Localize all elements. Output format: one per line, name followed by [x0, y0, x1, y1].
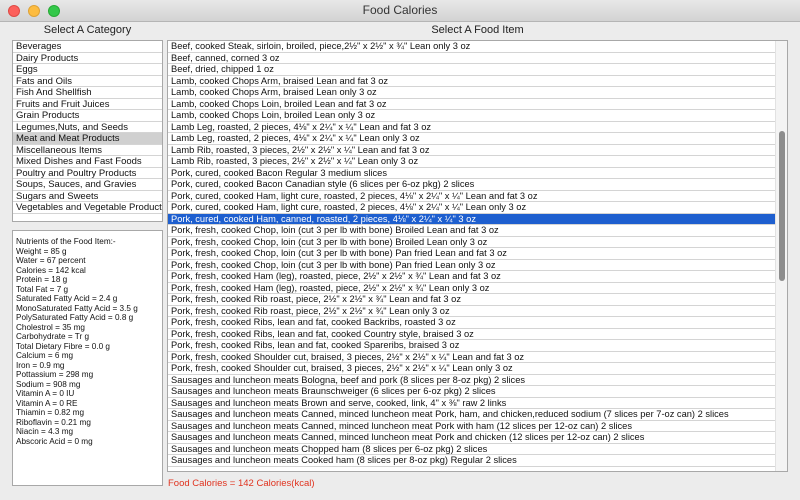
food-item[interactable]: Lamb, cooked Chops Loin, broiled Lean on… [168, 110, 775, 122]
nutrient-line: Niacin = 4.3 mg [16, 427, 74, 436]
calories-status: Food Calories = 142 Calories(kcal) [168, 478, 315, 489]
food-item[interactable]: Pork, cured, cooked Ham, light cure, roa… [168, 202, 775, 214]
nutrient-line: Iron = 0.9 mg [16, 360, 65, 370]
category-item[interactable]: Mixed Dishes and Fast Foods [13, 156, 162, 168]
food-item[interactable]: Pork, fresh, cooked Ham (leg), roasted, … [168, 271, 775, 283]
food-item[interactable]: Lamb Leg, roasted, 2 pieces, 4⅛" x 2¼" x… [168, 122, 775, 133]
category-item[interactable]: Sugars and Sweets [13, 191, 162, 202]
category-header: Select A Category [43, 24, 132, 36]
food-item[interactable]: Pork, fresh, cooked Rib roast, piece, 2½… [168, 306, 775, 317]
nutrient-line: Calories = 142 kcal [16, 265, 86, 275]
category-item[interactable]: Soups, Sauces, and Gravies [13, 179, 162, 191]
food-item[interactable]: Pork, cured, cooked Ham, canned, roasted… [168, 213, 775, 225]
category-item[interactable]: Fats and Oils [13, 76, 162, 87]
food-item[interactable]: Sausages and luncheon meats Canned, minc… [168, 409, 775, 421]
food-item[interactable]: Sausages and luncheon meats Canned, minc… [168, 432, 775, 444]
nutrient-line: Pottassium = 298 mg [16, 370, 94, 379]
food-item[interactable]: Pork, fresh, cooked Chop, loin (cut 3 pe… [168, 260, 775, 271]
category-item[interactable]: Beverages [13, 41, 162, 53]
category-item[interactable]: Dairy Products [13, 53, 162, 64]
food-item[interactable]: Pork, fresh, cooked Shoulder cut, braise… [168, 352, 775, 363]
food-item[interactable]: Beef, dried, chipped 1 oz [168, 64, 775, 76]
food-item[interactable]: Pork, fresh, cooked Chop, loin (cut 3 pe… [168, 225, 775, 237]
food-item[interactable]: Sausages and luncheon meats Brown and se… [168, 398, 775, 409]
food-list-scrollbar[interactable] [775, 41, 787, 471]
food-item[interactable]: Lamb Rib, roasted, 3 pieces, 2½" x 2½" x… [168, 145, 775, 156]
nutrient-line: Thiamin = 0.82 mg [16, 408, 85, 417]
window-title: Food Calories [362, 3, 438, 17]
nutrient-line: Riboflavin = 0.21 mg [16, 417, 91, 427]
food-item[interactable]: Lamb, cooked Chops Arm, braised Lean onl… [168, 87, 775, 99]
nutrient-line: Abscoric Acid = 0 mg [16, 436, 93, 446]
category-item[interactable]: Fish And Shellfish [13, 87, 162, 99]
category-item[interactable]: Grain Products [13, 110, 162, 122]
nutrient-line: Total Dietary Fibre = 0.0 g [16, 341, 110, 351]
nutrient-line: Total Fat = 7 g [16, 284, 69, 294]
nutrient-line: Water = 67 percent [16, 256, 86, 265]
food-item[interactable]: Pork, cured, cooked Bacon Canadian style… [168, 179, 775, 191]
food-header: Select A Food Item [431, 24, 524, 36]
nutrient-line: PolySaturated Fatty Acid = 0.8 g [16, 313, 134, 322]
food-item[interactable]: Pork, fresh, cooked Ham (leg), roasted, … [168, 283, 775, 294]
food-item[interactable]: Lamb, cooked Chops Loin, broiled Lean an… [168, 99, 775, 110]
food-list[interactable]: Beef, cooked Steak, sirloin, broiled, pi… [167, 40, 788, 472]
nutrient-line: MonoSaturated Fatty Acid = 3.5 g [16, 303, 138, 313]
nutrient-line: Carbohydrate = Tr g [16, 332, 90, 341]
nutrient-line: Vitamin A = 0 RE [16, 398, 78, 408]
category-item[interactable]: Meat and Meat Products [13, 133, 162, 145]
scrollbar-thumb[interactable] [779, 131, 785, 281]
nutrient-line: Sodium = 908 mg [16, 379, 81, 389]
food-item[interactable]: Pork, fresh, cooked Rib roast, piece, 2½… [168, 294, 775, 306]
nutrient-line: Calcium = 6 mg [16, 351, 74, 360]
food-item[interactable]: Pork, fresh, cooked Chop, loin (cut 3 pe… [168, 237, 775, 248]
food-item[interactable]: Sausages and luncheon meats Canned, minc… [168, 421, 775, 432]
food-item[interactable]: Pork, fresh, cooked Chop, loin (cut 3 pe… [168, 248, 775, 260]
category-item[interactable]: Fruits and Fruit Juices [13, 99, 162, 110]
category-list[interactable]: Beverages Dairy Products Eggs Fats and Oils… [12, 40, 163, 222]
food-item[interactable]: Lamb Rib, roasted, 3 pieces, 2½" x 2½" x… [168, 156, 775, 168]
food-item[interactable]: Pork, fresh, cooked Ribs, lean and fat, … [168, 340, 775, 352]
food-item[interactable]: Sausages and luncheon meats Braunschweig… [168, 386, 775, 398]
food-item[interactable]: Beef, canned, corned 3 oz [168, 53, 775, 64]
nutrient-line: Cholestrol = 35 mg [16, 322, 85, 332]
food-item[interactable]: Pork, fresh, cooked Ribs, lean and fat, … [168, 329, 775, 340]
food-item[interactable]: Sausages and luncheon meats Chopped ham … [168, 444, 775, 455]
food-item[interactable]: Beef, cooked Steak, sirloin, broiled, pi… [168, 41, 775, 53]
nutrient-line: Weight = 85 g [16, 246, 67, 256]
category-item[interactable]: Poultry and Poultry Products [13, 168, 162, 179]
food-item[interactable]: Sausages and luncheon meats Cooked ham (… [168, 455, 775, 467]
category-item[interactable]: Eggs [13, 64, 162, 76]
category-item[interactable]: Legumes,Nuts, and Seeds [13, 122, 162, 133]
food-item[interactable]: Pork, fresh, cooked Ribs, lean and fat, … [168, 317, 775, 329]
food-item[interactable]: Lamb, cooked Chops Arm, braised Lean and… [168, 76, 775, 87]
food-items: Beef, cooked Steak, sirloin, broiled, pi… [168, 41, 787, 467]
food-item[interactable]: Lamb Leg, roasted, 2 pieces, 4⅛" x 2¼" x… [168, 133, 775, 145]
nutrient-line: Protein = 18 g [16, 275, 68, 284]
nutrients-title: Nutrients of the Food Item:- [16, 237, 116, 246]
nutrients-panel: Nutrients of the Food Item:- Weight = 85 … [12, 230, 163, 486]
category-item[interactable]: Miscellaneous Items [13, 145, 162, 156]
nutrient-line: Saturated Fatty Acid = 2.4 g [16, 294, 118, 303]
title-bar: Food Calories [0, 0, 800, 22]
food-item[interactable]: Pork, cured, cooked Bacon Regular 3 medi… [168, 168, 775, 179]
food-item[interactable]: Sausages and luncheon meats Bologna, bee… [168, 375, 775, 386]
nutrient-line: Vitamin A = 0 IU [16, 389, 75, 398]
food-item[interactable]: Pork, fresh, cooked Shoulder cut, braise… [168, 363, 775, 375]
category-item[interactable]: Vegetables and Vegetable Products [13, 202, 162, 214]
food-item[interactable]: Pork, cured, cooked Ham, light cure, roa… [168, 191, 775, 202]
